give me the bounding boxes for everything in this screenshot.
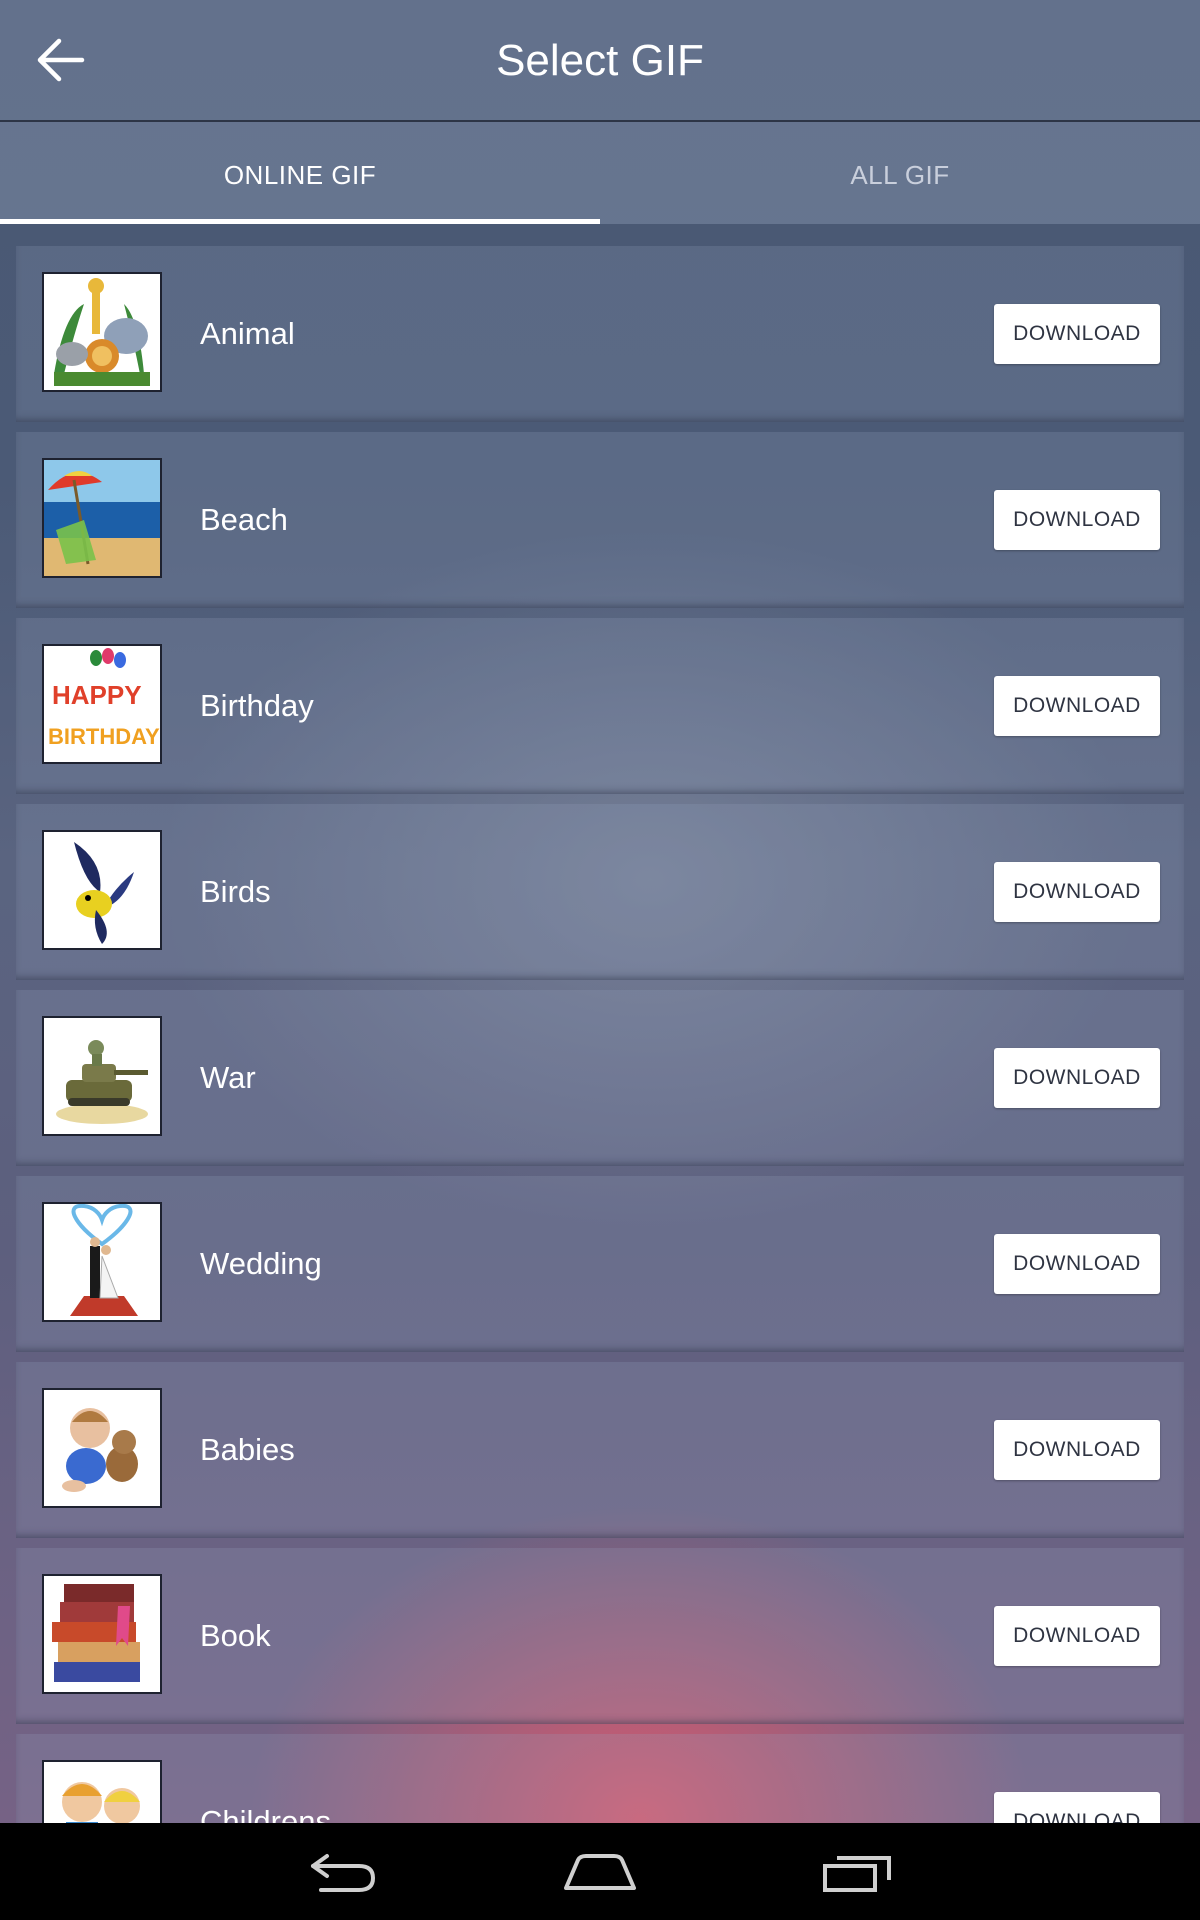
- download-button[interactable]: DOWNLOAD: [994, 490, 1160, 550]
- beach-thumbnail: [42, 458, 162, 578]
- list-item: Babies DOWNLOAD: [16, 1362, 1184, 1538]
- download-button[interactable]: DOWNLOAD: [994, 1048, 1160, 1108]
- item-label: Birthday: [200, 688, 314, 723]
- tab-all-gif[interactable]: ALL GIF: [600, 122, 1200, 224]
- tab-bar: ONLINE GIF ALL GIF: [0, 122, 1200, 224]
- arrow-left-icon: [37, 38, 85, 82]
- item-label: War: [200, 1060, 256, 1095]
- download-button[interactable]: DOWNLOAD: [994, 862, 1160, 922]
- item-label: Birds: [200, 874, 271, 909]
- list-item: War DOWNLOAD: [16, 990, 1184, 1166]
- nav-recents-icon: [823, 1856, 891, 1892]
- birthday-thumbnail: HAPPY BIRTHDAY: [42, 644, 162, 764]
- download-button[interactable]: DOWNLOAD: [994, 676, 1160, 736]
- item-label: Beach: [200, 502, 288, 537]
- download-button[interactable]: DOWNLOAD: [994, 1606, 1160, 1666]
- list-item: HAPPY BIRTHDAY Birthday DOWNLOAD: [16, 618, 1184, 794]
- download-button[interactable]: DOWNLOAD: [994, 1420, 1160, 1480]
- birds-thumbnail: [42, 830, 162, 950]
- war-thumbnail: [42, 1016, 162, 1136]
- item-label: Babies: [200, 1432, 295, 1467]
- item-label: Book: [200, 1618, 271, 1653]
- tab-online-gif[interactable]: ONLINE GIF: [0, 122, 600, 224]
- svg-text:HAPPY: HAPPY: [52, 680, 142, 710]
- list-item: Beach DOWNLOAD: [16, 432, 1184, 608]
- tab-online-gif-label: ONLINE GIF: [223, 160, 377, 190]
- babies-thumbnail: [42, 1388, 162, 1508]
- nav-home-button[interactable]: [555, 1837, 645, 1907]
- book-thumbnail: [42, 1574, 162, 1694]
- list-item: Wedding DOWNLOAD: [16, 1176, 1184, 1352]
- nav-home-icon: [564, 1854, 636, 1890]
- wedding-thumbnail: [42, 1202, 162, 1322]
- back-button[interactable]: [22, 22, 98, 98]
- download-button[interactable]: DOWNLOAD: [994, 304, 1160, 364]
- tab-all-gif-label: ALL GIF: [850, 160, 950, 190]
- list-item: Birds DOWNLOAD: [16, 804, 1184, 980]
- gif-category-list[interactable]: Animal DOWNLOAD Beach DOWNLOAD HAPPY BIR…: [16, 246, 1184, 1920]
- svg-text:BIRTHDAY: BIRTHDAY: [48, 724, 160, 749]
- list-item: Animal DOWNLOAD: [16, 246, 1184, 422]
- item-label: Animal: [200, 316, 295, 351]
- app-bar: Select GIF: [0, 0, 1200, 122]
- item-label: Wedding: [200, 1246, 322, 1281]
- download-button[interactable]: DOWNLOAD: [994, 1234, 1160, 1294]
- system-nav-bar: [0, 1823, 1200, 1920]
- tab-indicator: [0, 219, 600, 224]
- page-title: Select GIF: [496, 36, 704, 85]
- list-item: Book DOWNLOAD: [16, 1548, 1184, 1724]
- animal-thumbnail: [42, 272, 162, 392]
- nav-back-icon: [311, 1854, 376, 1892]
- nav-recents-button[interactable]: [812, 1837, 902, 1907]
- nav-back-button[interactable]: [298, 1837, 388, 1907]
